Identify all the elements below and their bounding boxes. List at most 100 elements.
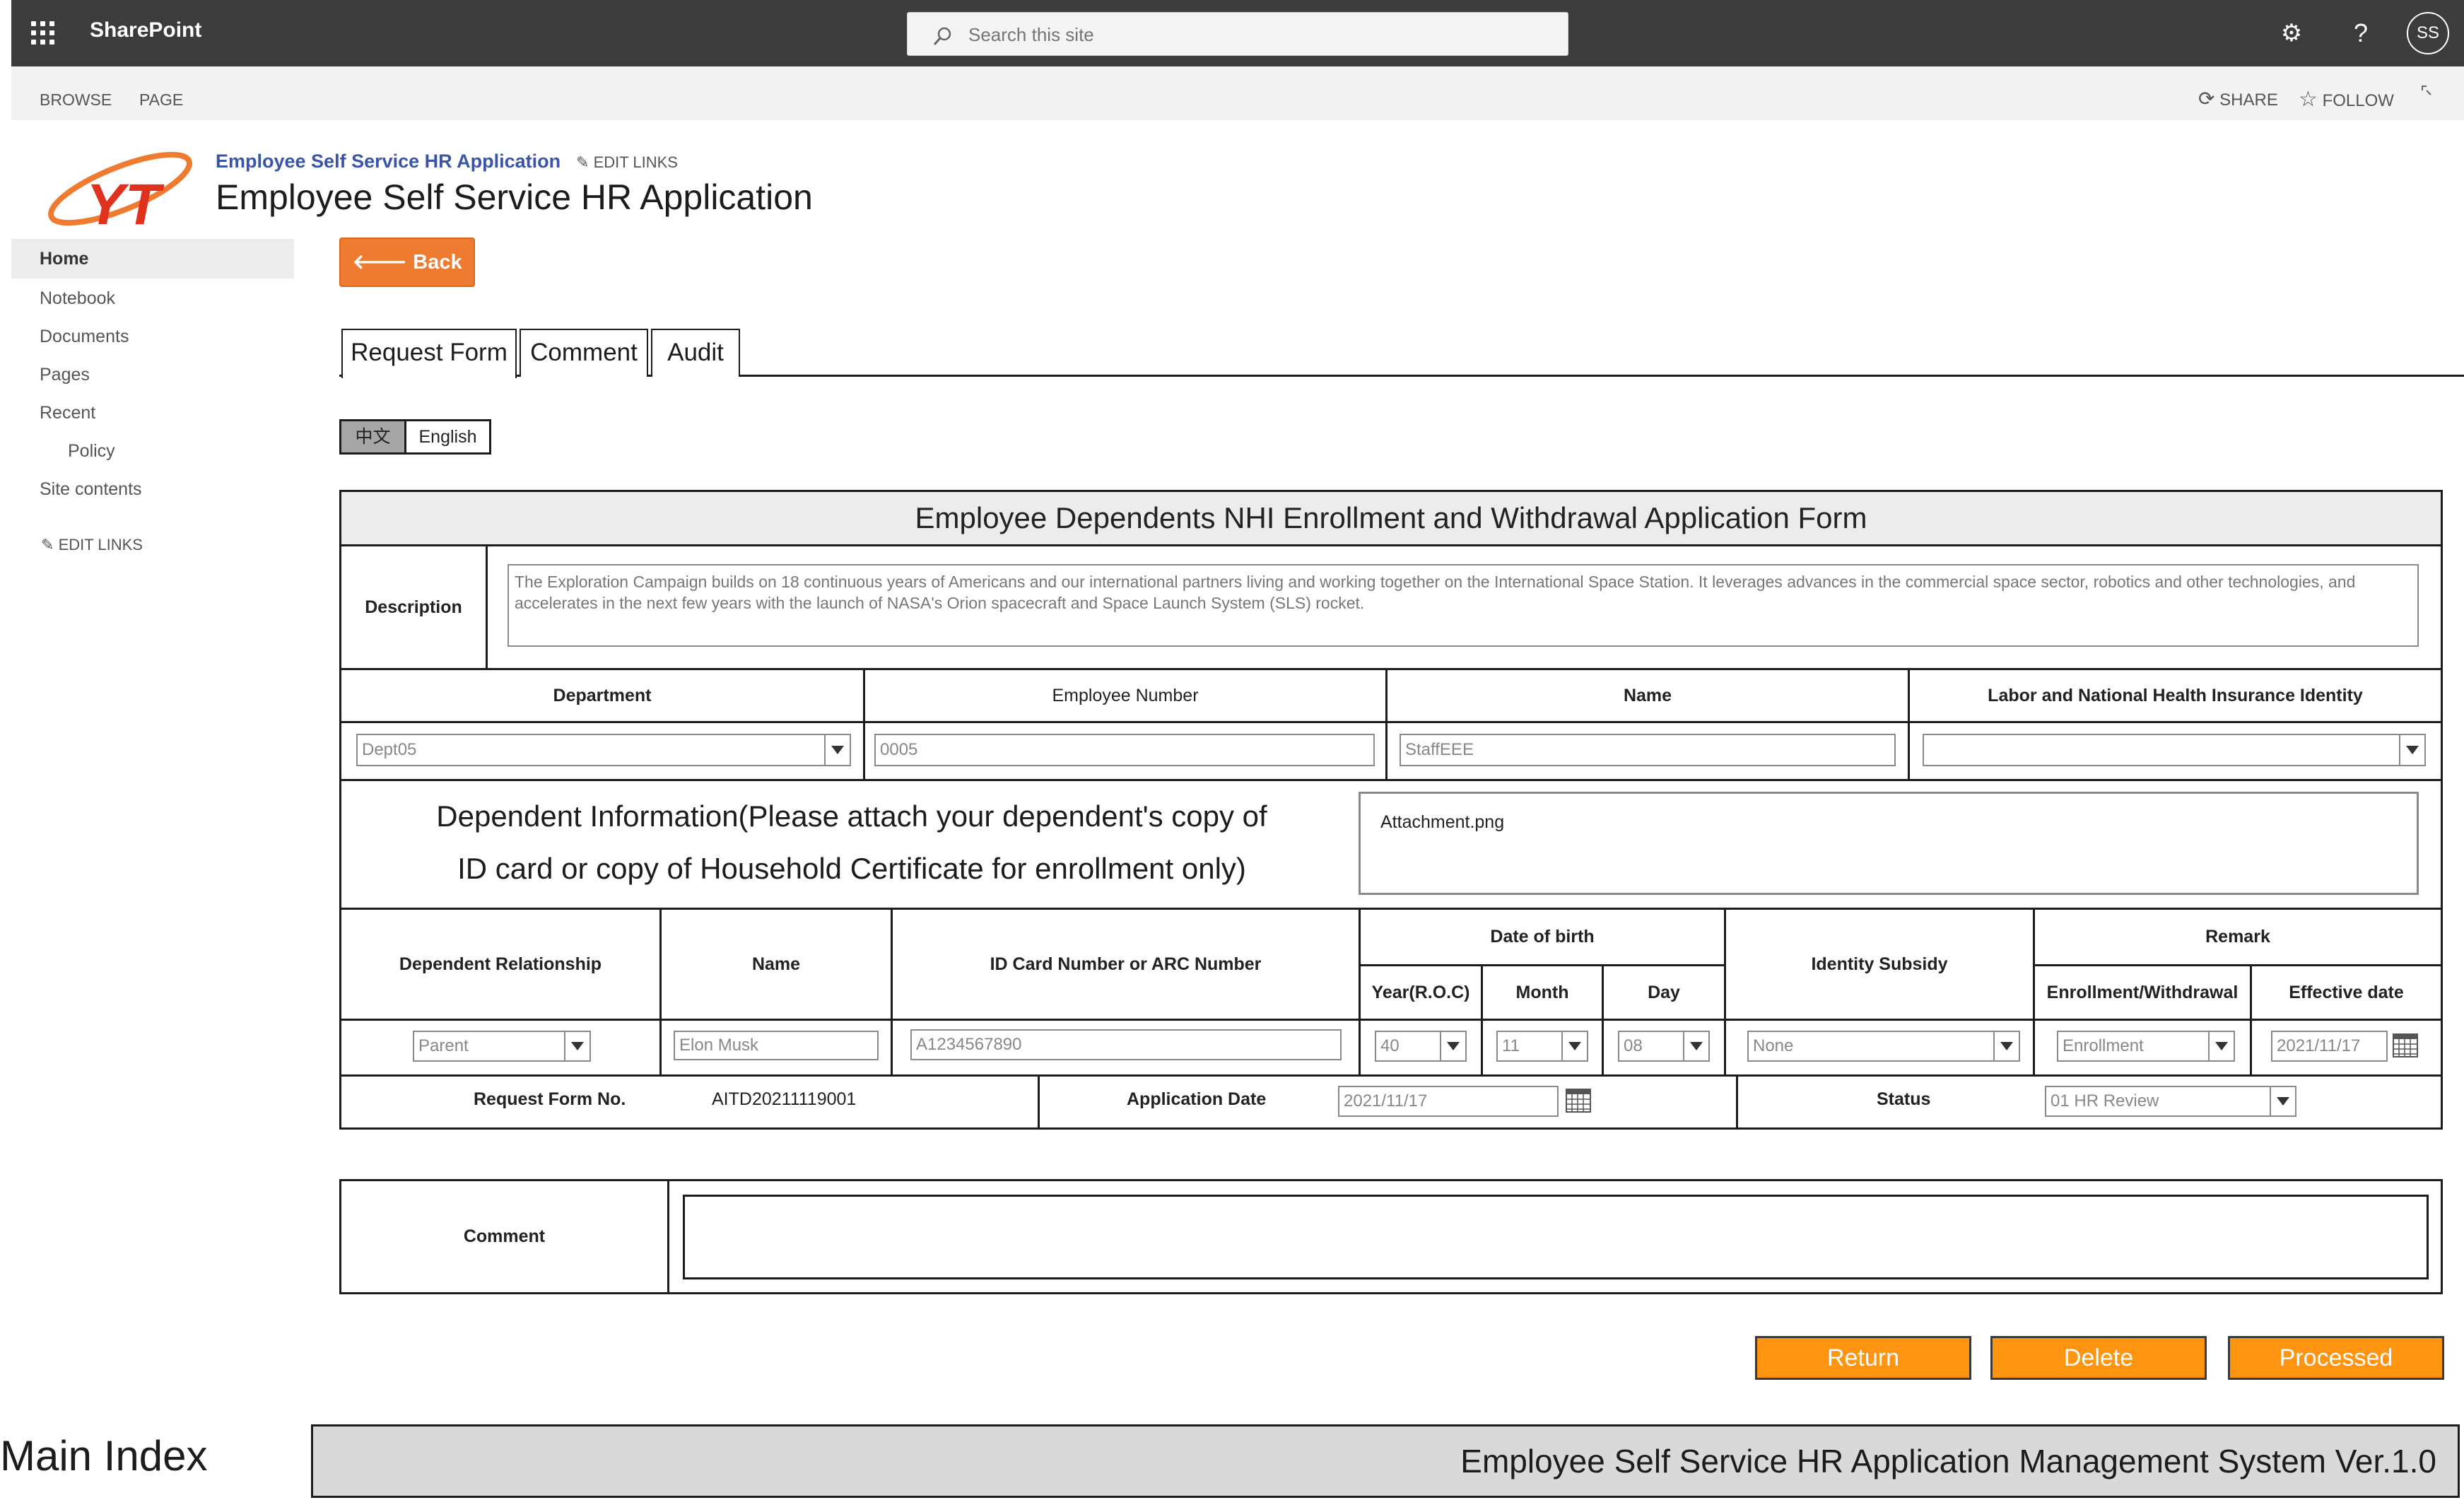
dependent-name-field[interactable]: Elon Musk bbox=[674, 1031, 879, 1060]
nav-item-notebook[interactable]: Notebook bbox=[11, 279, 294, 318]
dependent-info-line1: Dependent Information(Please attach your… bbox=[436, 799, 1267, 833]
name-header: Name bbox=[1385, 668, 1910, 723]
birth-month-dropdown[interactable]: 11 bbox=[1496, 1031, 1588, 1062]
pencil-icon: ✎ bbox=[576, 153, 589, 171]
delete-button[interactable]: Delete bbox=[1990, 1336, 2207, 1380]
processed-button[interactable]: Processed bbox=[2228, 1336, 2444, 1380]
employee-number-header: Employee Number bbox=[863, 668, 1388, 723]
birth-day-dropdown[interactable]: 08 bbox=[1618, 1031, 1710, 1062]
nav-item-documents[interactable]: Documents bbox=[11, 317, 294, 356]
employee-number-field[interactable]: 0005 bbox=[874, 734, 1375, 766]
site-breadcrumb-link[interactable]: Employee Self Service HR Application bbox=[216, 151, 561, 172]
id-card-field[interactable]: A1234567890 bbox=[910, 1029, 1342, 1060]
svg-text:YT: YT bbox=[86, 172, 165, 237]
follow-label: FOLLOW bbox=[2322, 91, 2394, 110]
site-logo[interactable]: YT bbox=[35, 145, 198, 237]
nav-item-pages[interactable]: Pages bbox=[11, 355, 294, 394]
nav-item-policy[interactable]: Policy bbox=[11, 431, 294, 471]
tab-comment[interactable]: Comment bbox=[520, 329, 648, 377]
back-button[interactable]: 🡐 Back bbox=[339, 238, 475, 287]
day-header: Day bbox=[1602, 964, 1726, 1021]
nav-item-home[interactable]: Home bbox=[11, 239, 294, 279]
enrollment-withdrawal-dropdown[interactable]: Enrollment bbox=[2057, 1031, 2235, 1062]
identity-subsidy-value: None bbox=[1753, 1036, 1794, 1055]
status-label: Status bbox=[1877, 1089, 1931, 1109]
language-chinese-button[interactable]: 中文 bbox=[339, 419, 406, 455]
nav-item-recent[interactable]: Recent bbox=[11, 393, 294, 433]
enrollment-withdrawal-value: Enrollment bbox=[2063, 1036, 2144, 1055]
comment-label: Comment bbox=[339, 1179, 669, 1294]
chevron-down-icon bbox=[2208, 1032, 2234, 1060]
pencil-icon: ✎ bbox=[41, 536, 54, 553]
birth-year-dropdown[interactable]: 40 bbox=[1375, 1031, 1467, 1062]
effective-date-header: Effective date bbox=[2250, 964, 2443, 1021]
system-footer: Employee Self Service HR Application Man… bbox=[311, 1424, 2460, 1498]
header-edit-links[interactable]: ✎ EDIT LINKS bbox=[576, 153, 678, 172]
id-card-header: ID Card Number or ARC Number bbox=[891, 908, 1361, 1021]
status-dropdown[interactable]: 01 HR Review bbox=[2045, 1086, 2296, 1117]
relationship-dropdown[interactable]: Parent bbox=[413, 1031, 591, 1062]
chevron-down-icon bbox=[1683, 1032, 1708, 1060]
nav-item-site-contents[interactable]: Site contents bbox=[11, 469, 294, 509]
chevron-down-icon bbox=[824, 735, 850, 765]
share-button[interactable]: ⟳ SHARE bbox=[2198, 87, 2278, 110]
effective-date-field[interactable]: 2021/11/17 bbox=[2271, 1031, 2388, 1062]
settings-gear-icon[interactable]: ⚙ bbox=[2274, 16, 2309, 51]
application-date-field[interactable]: 2021/11/17 bbox=[1338, 1086, 1559, 1117]
site-search-box[interactable] bbox=[907, 12, 1568, 56]
user-avatar[interactable]: SS bbox=[2407, 12, 2449, 54]
department-dropdown[interactable]: Dept05 bbox=[356, 734, 851, 766]
birth-month-value: 11 bbox=[1502, 1036, 1520, 1055]
ribbon-tab-browse[interactable]: BROWSE bbox=[40, 90, 112, 110]
department-value: Dept05 bbox=[362, 740, 417, 759]
birth-day-value: 08 bbox=[1624, 1036, 1643, 1055]
insurance-identity-header: Labor and National Health Insurance Iden… bbox=[1908, 668, 2443, 723]
identity-subsidy-dropdown[interactable]: None bbox=[1747, 1031, 2020, 1062]
attachment-box[interactable]: Attachment.png bbox=[1359, 792, 2419, 895]
description-label: Description bbox=[339, 544, 488, 670]
date-of-birth-header: Date of birth bbox=[1359, 908, 1726, 966]
search-input[interactable] bbox=[967, 21, 1549, 48]
year-header: Year(R.O.C) bbox=[1359, 964, 1483, 1021]
language-english-button[interactable]: English bbox=[404, 419, 491, 455]
tab-audit[interactable]: Audit bbox=[651, 329, 740, 377]
calendar-icon[interactable] bbox=[1566, 1089, 1591, 1113]
share-icon: ⟳ bbox=[2198, 88, 2215, 110]
description-textarea[interactable]: The Exploration Campaign builds on 18 co… bbox=[508, 564, 2419, 647]
form-title: Employee Dependents NHI Enrollment and W… bbox=[339, 490, 2443, 546]
attachment-filename[interactable]: Attachment.png bbox=[1380, 812, 1504, 832]
search-icon bbox=[933, 27, 951, 45]
sharepoint-brand[interactable]: SharePoint bbox=[90, 18, 201, 42]
request-no-label: Request Form No. bbox=[474, 1089, 626, 1109]
dependent-name-header: Name bbox=[659, 908, 893, 1021]
help-icon[interactable]: ? bbox=[2343, 16, 2378, 51]
department-header: Department bbox=[339, 668, 865, 723]
chevron-down-icon bbox=[564, 1032, 589, 1060]
dependent-info-heading: Dependent Information(Please attach your… bbox=[339, 790, 1364, 895]
dependent-info-line2: ID card or copy of Household Certificate… bbox=[457, 852, 1246, 885]
relationship-value: Parent bbox=[418, 1036, 469, 1055]
comment-textarea[interactable] bbox=[683, 1195, 2429, 1279]
header-edit-links-label: EDIT LINKS bbox=[593, 153, 678, 171]
request-no-value: AITD20211119001 bbox=[712, 1089, 857, 1109]
nav-edit-links[interactable]: ✎ EDIT LINKS bbox=[41, 536, 143, 554]
ribbon-bar bbox=[11, 66, 2464, 120]
main-index-link[interactable]: Main Index bbox=[0, 1431, 208, 1480]
request-no-cell bbox=[339, 1074, 1040, 1130]
tab-request-form[interactable]: Request Form bbox=[341, 329, 517, 378]
ribbon-tab-page[interactable]: PAGE bbox=[139, 90, 183, 110]
employee-name-field[interactable]: StaffEEE bbox=[1400, 734, 1896, 766]
birth-year-value: 40 bbox=[1380, 1036, 1400, 1055]
follow-button[interactable]: ☆ FOLLOW bbox=[2299, 87, 2394, 112]
calendar-icon[interactable] bbox=[2393, 1033, 2418, 1057]
app-launcher-icon[interactable] bbox=[31, 21, 55, 45]
yt-logo-icon: YT bbox=[47, 151, 193, 237]
remark-header: Remark bbox=[2033, 908, 2443, 966]
back-label: Back bbox=[413, 251, 462, 274]
focus-content-icon[interactable] bbox=[2421, 85, 2436, 100]
return-button[interactable]: Return bbox=[1755, 1336, 1971, 1380]
nav-edit-links-label: EDIT LINKS bbox=[58, 536, 143, 553]
chevron-down-icon bbox=[1993, 1032, 2019, 1060]
chevron-down-icon bbox=[2399, 735, 2424, 765]
insurance-identity-dropdown[interactable] bbox=[1923, 734, 2426, 766]
